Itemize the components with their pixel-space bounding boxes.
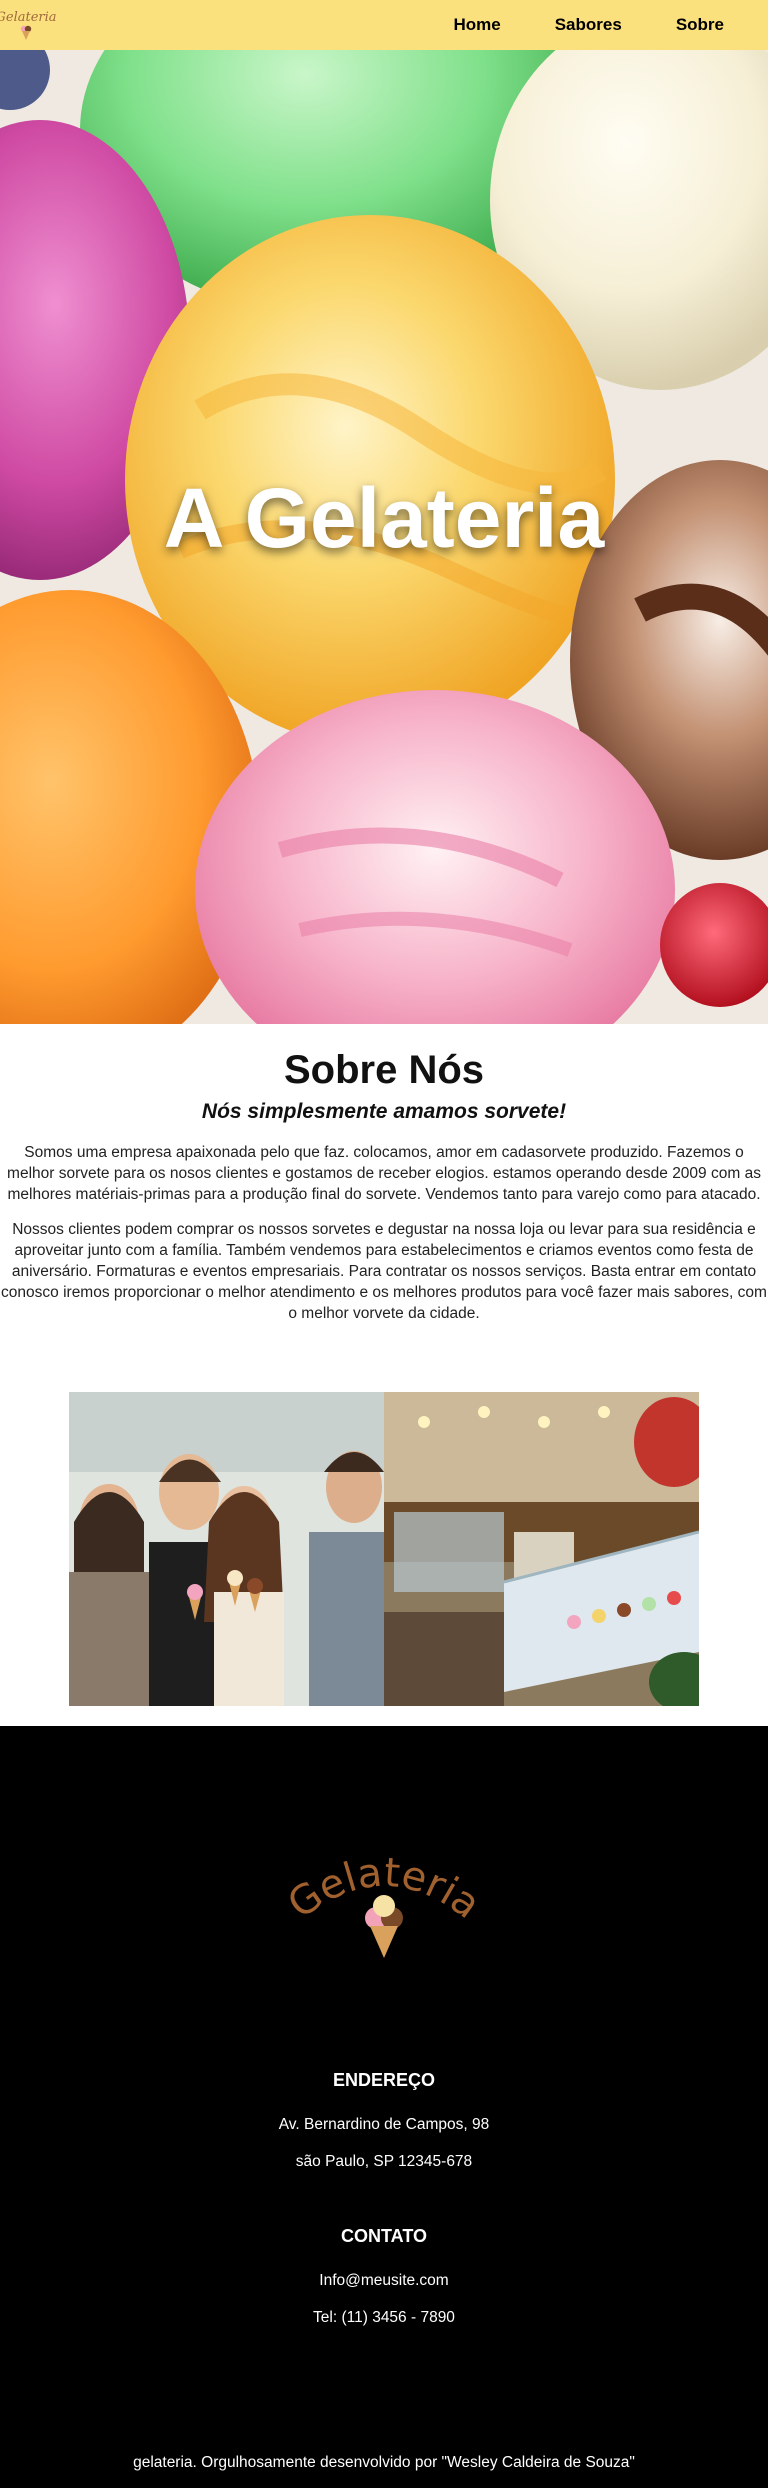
- about-title: Sobre Nós: [283, 1048, 485, 1092]
- footer-logo: Gelateria: [280, 1846, 489, 1966]
- contact-email[interactable]: Info@meusite.com: [0, 2272, 768, 2290]
- friends-eating-ice-cream-photo: [69, 1392, 384, 1706]
- ice-cream-cone-icon: [20, 25, 32, 40]
- contact-heading: CONTATO: [341, 2226, 427, 2246]
- hero-title: A Gelateria: [163, 471, 605, 565]
- hero-banner: A Gelateria: [0, 50, 768, 1024]
- main-nav: Home Sabores Sobre: [453, 15, 724, 35]
- address-line-1: Av. Bernardino de Campos, 98: [278, 2116, 490, 2133]
- about-paragraph-2: Nossos clientes podem comprar os nossos …: [1, 1221, 767, 1322]
- contact-phone: Tel: (11) 3456 - 7890: [313, 2309, 455, 2326]
- about-paragraph-1: Somos uma empresa apaixonada pelo que fa…: [7, 1144, 761, 1203]
- site-header: Gelateria Home Sabores Sobre: [0, 0, 768, 50]
- header-logo-text: Gelateria: [0, 9, 57, 25]
- about-subtitle: Nós simplesmente amamos sorvete!: [201, 1100, 567, 1123]
- page: Gelateria Home Sabores Sobre A Gelateria…: [0, 0, 768, 2488]
- gelateria-logo-icon: Gelateria: [280, 1850, 489, 1958]
- copyright-text: gelateria. Orgulhosamente desenvolvido p…: [133, 2454, 635, 2471]
- header-logo[interactable]: Gelateria: [0, 11, 57, 40]
- address-heading: ENDEREÇO: [332, 2070, 435, 2090]
- nav-sabores[interactable]: Sabores: [555, 15, 622, 35]
- address-line-2: são Paulo, SP 12345-678: [295, 2153, 473, 2170]
- about-section: Sobre Nós Nós simplesmente amamos sorvet…: [0, 1024, 768, 1726]
- site-footer: Gelateria ENDEREÇO Av. Bernardino de Cam…: [0, 1726, 768, 2488]
- nav-sobre[interactable]: Sobre: [676, 15, 724, 35]
- about-photos: [69, 1392, 699, 1706]
- ice-cream-shop-photo: [384, 1392, 699, 1706]
- nav-home[interactable]: Home: [453, 15, 500, 35]
